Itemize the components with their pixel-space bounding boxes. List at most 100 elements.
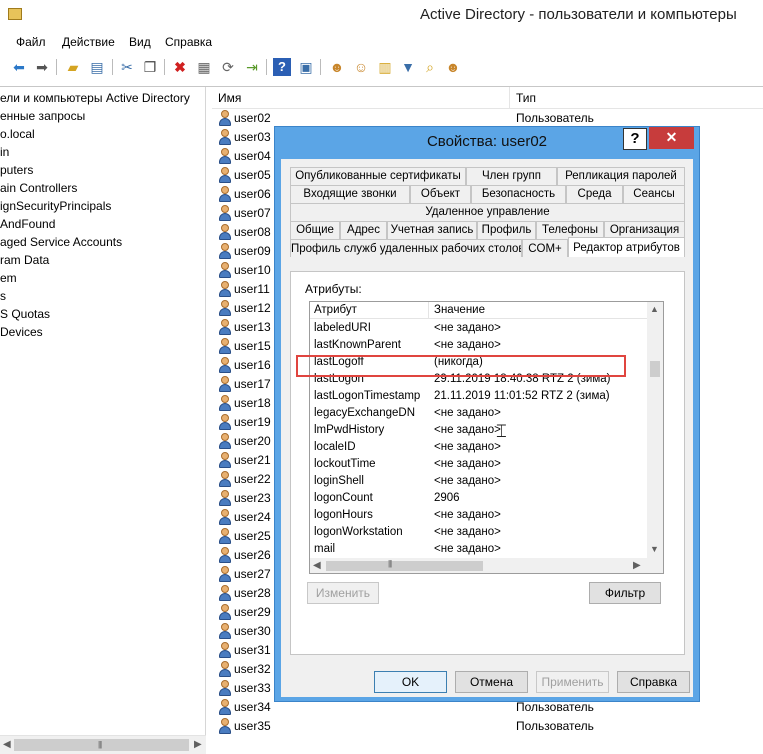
delete-icon[interactable]: ✖ xyxy=(171,58,189,76)
tab-environment[interactable]: Среда xyxy=(566,185,623,203)
tree-item-users[interactable]: s xyxy=(0,287,6,305)
add-to-group-icon[interactable]: ☻ xyxy=(444,58,462,76)
show-tree-icon[interactable]: ▤ xyxy=(88,58,106,76)
attribute-row[interactable]: logonCount 2906 xyxy=(310,490,647,507)
help-icon[interactable]: ? xyxy=(273,58,291,76)
tree-item-computers[interactable]: puters xyxy=(0,161,33,179)
tab-attribute-editor[interactable]: Редактор атрибутов xyxy=(568,237,685,257)
scroll-thumb[interactable] xyxy=(326,561,483,571)
properties-icon[interactable]: ▦ xyxy=(195,58,213,76)
tree-item-domain[interactable]: o.local xyxy=(0,125,35,143)
tab-account[interactable]: Учетная запись xyxy=(387,221,477,239)
attribute-row[interactable]: legacyExchangeDN <не задано> xyxy=(310,405,647,422)
up-folder-icon[interactable]: ▰ xyxy=(64,58,82,76)
menu-action[interactable]: Действие xyxy=(62,35,115,49)
table-row[interactable]: user35 Пользователь xyxy=(212,717,763,736)
help-button[interactable]: Справка xyxy=(617,671,690,693)
scroll-down-icon[interactable]: ▼ xyxy=(650,544,659,554)
attribute-row[interactable]: logonHours <не задано> xyxy=(310,507,647,524)
attribute-vertical-scrollbar[interactable]: ▲ ▼ xyxy=(647,302,663,558)
column-header-value[interactable]: Значение xyxy=(434,304,485,316)
copy-icon[interactable]: ❐ xyxy=(141,58,159,76)
attribute-row[interactable]: localeID <не задано> xyxy=(310,439,647,456)
tree-item-tpm-devices[interactable]: Devices xyxy=(0,323,43,341)
tree-item-ntds-quotas[interactable]: S Quotas xyxy=(0,305,50,323)
forward-arrow-icon[interactable]: ➡ xyxy=(33,58,51,76)
attribute-row[interactable]: mail <не задано> xyxy=(310,541,647,558)
new-group-icon[interactable]: ☺ xyxy=(352,58,370,76)
tree-item-managed-service-accounts[interactable]: aged Service Accounts xyxy=(0,233,122,251)
attribute-value: <не задано> xyxy=(434,424,501,436)
find-icon[interactable]: ⌕ xyxy=(421,58,439,76)
dialog-help-button[interactable]: ? xyxy=(623,128,647,150)
tree-item-domain-controllers[interactable]: ain Controllers xyxy=(0,179,77,197)
user-icon xyxy=(218,338,232,354)
scroll-thumb[interactable] xyxy=(650,361,660,377)
tree-item-saved-queries[interactable]: енные запросы xyxy=(0,107,85,125)
column-header-type[interactable]: Тип xyxy=(516,91,536,105)
console-icon[interactable]: ▣ xyxy=(297,58,315,76)
user-icon xyxy=(218,604,232,620)
folder-icon xyxy=(8,8,22,20)
user-name: user26 xyxy=(234,548,271,562)
tab-general[interactable]: Общие xyxy=(290,221,340,239)
tree-horizontal-scrollbar[interactable]: ◀ ||| ▶ xyxy=(0,735,206,754)
attribute-row[interactable]: lockoutTime <не задано> xyxy=(310,456,647,473)
column-header-name[interactable]: Имя xyxy=(218,91,241,105)
scroll-thumb[interactable] xyxy=(14,739,189,751)
tree-item-system[interactable]: em xyxy=(0,269,17,287)
cut-icon[interactable]: ✂ xyxy=(118,58,136,76)
tree-item-foreign-security-principals[interactable]: ignSecurityPrincipals xyxy=(0,197,111,215)
user-icon xyxy=(218,319,232,335)
tree-item-builtin[interactable]: in xyxy=(0,143,9,161)
tree-item-root[interactable]: ели и компьютеры Active Directory xyxy=(0,89,190,107)
tab-object[interactable]: Объект xyxy=(410,185,471,203)
tab-com-plus[interactable]: COM+ xyxy=(522,239,568,257)
attribute-name: legacyExchangeDN xyxy=(314,407,416,419)
filter-button[interactable]: Фильтр xyxy=(589,582,661,604)
new-user-icon[interactable]: ☻ xyxy=(328,58,346,76)
user-name: user24 xyxy=(234,510,271,524)
user-icon xyxy=(218,528,232,544)
edit-button[interactable]: Изменить xyxy=(307,582,379,604)
attribute-row[interactable]: loginShell <не задано> xyxy=(310,473,647,490)
attribute-row[interactable]: lastKnownParent <не задано> xyxy=(310,337,647,354)
menu-view[interactable]: Вид xyxy=(129,35,151,49)
menu-file[interactable]: Файл xyxy=(16,35,46,49)
attribute-name: lastLogonTimestamp xyxy=(314,390,421,402)
tab-dial-in[interactable]: Входящие звонки xyxy=(290,185,410,203)
tab-sessions[interactable]: Сеансы xyxy=(623,185,685,203)
tab-member-of[interactable]: Член групп xyxy=(466,167,557,185)
attribute-row[interactable]: lmPwdHistory <не задано> xyxy=(310,422,647,439)
attribute-row[interactable]: logonWorkstation <не задано> xyxy=(310,524,647,541)
export-icon[interactable]: ⇥ xyxy=(243,58,261,76)
column-header-attribute[interactable]: Атрибут xyxy=(314,304,357,316)
filter-icon[interactable]: ▼ xyxy=(399,58,417,76)
refresh-icon[interactable]: ⟳ xyxy=(219,58,237,76)
back-arrow-icon[interactable]: ⬅ xyxy=(10,58,28,76)
dialog-close-button[interactable]: ✕ xyxy=(649,127,694,149)
scroll-right-icon[interactable]: ▶ xyxy=(194,739,202,750)
scroll-up-icon[interactable]: ▲ xyxy=(650,304,659,314)
attribute-horizontal-scrollbar[interactable]: ◀ ||| ▶ xyxy=(310,558,647,573)
user-name: user29 xyxy=(234,605,271,619)
tab-remote-desktop-profile[interactable]: Профиль служб удаленных рабочих столов xyxy=(290,239,522,257)
scroll-left-icon[interactable]: ◀ xyxy=(313,560,321,571)
tab-remote-control[interactable]: Удаленное управление xyxy=(290,203,685,221)
tab-profile[interactable]: Профиль xyxy=(477,221,536,239)
apply-button[interactable]: Применить xyxy=(536,671,609,693)
ok-button[interactable]: OK xyxy=(374,671,447,693)
menu-help[interactable]: Справка xyxy=(165,35,212,49)
cancel-button[interactable]: Отмена xyxy=(455,671,528,693)
tab-address[interactable]: Адрес xyxy=(340,221,387,239)
tab-security[interactable]: Безопасность xyxy=(471,185,566,203)
scroll-right-icon[interactable]: ▶ xyxy=(633,560,641,571)
tree-item-lostandfound[interactable]: AndFound xyxy=(0,215,55,233)
tab-published-certificates[interactable]: Опубликованные сертификаты xyxy=(290,167,466,185)
new-ou-icon[interactable]: ▥ xyxy=(376,58,394,76)
attribute-row[interactable]: lastLogonTimestamp 21.11.2019 11:01:52 RT… xyxy=(310,388,647,405)
attribute-row[interactable]: labeledURI <не задано> xyxy=(310,320,647,337)
scroll-left-icon[interactable]: ◀ xyxy=(3,739,11,750)
tab-password-replication[interactable]: Репликация паролей xyxy=(557,167,685,185)
tree-item-program-data[interactable]: ram Data xyxy=(0,251,49,269)
